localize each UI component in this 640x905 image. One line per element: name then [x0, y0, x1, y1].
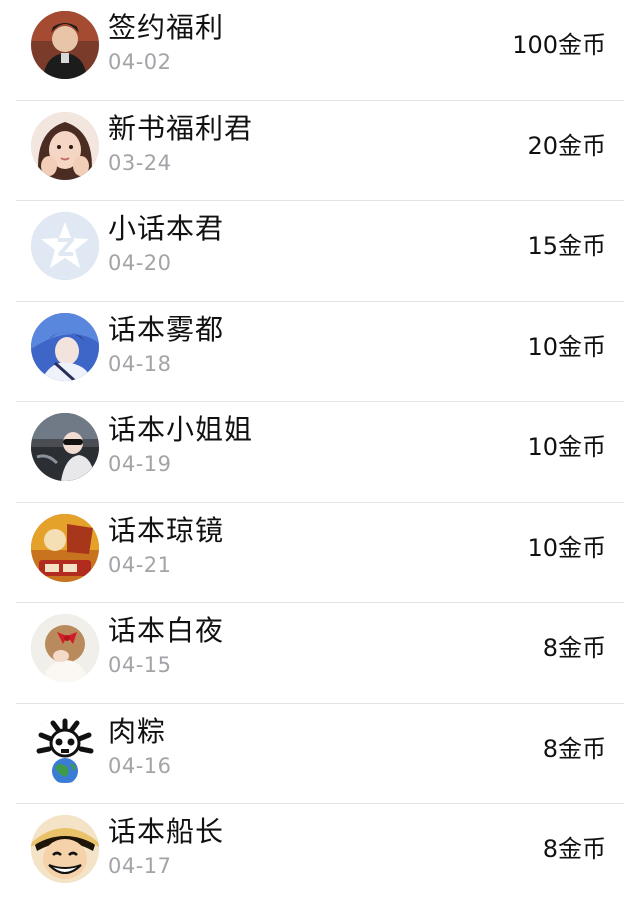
reward-amount: 10金币 [527, 533, 606, 562]
list-item[interactable]: 话本船长 04-17 8金币 [0, 804, 640, 905]
item-date: 04-02 [108, 50, 172, 74]
avatar[interactable] [31, 815, 99, 883]
avatar[interactable] [31, 212, 99, 280]
item-title: 话本琼镜 [108, 513, 225, 547]
item-title: 肉粽 [108, 714, 167, 748]
user-avatar-icon [31, 614, 99, 682]
avatar[interactable] [31, 413, 99, 481]
item-date: 04-19 [108, 452, 172, 476]
avatar[interactable] [31, 513, 99, 582]
item-date: 04-20 [108, 251, 172, 275]
avatar[interactable] [31, 11, 99, 79]
user-avatar-icon [31, 312, 99, 381]
item-date: 04-21 [108, 552, 172, 577]
skull-globe-icon [31, 714, 99, 783]
avatar[interactable] [31, 614, 99, 682]
item-date: 04-17 [108, 854, 172, 878]
list-item[interactable]: 新书福利君 03-24 20金币 [0, 101, 640, 201]
item-title: 话本船长 [108, 815, 225, 848]
item-date: 03-24 [108, 150, 172, 175]
avatar[interactable] [31, 312, 99, 381]
item-date: 04-18 [108, 351, 172, 376]
reward-amount: 15金币 [527, 232, 606, 260]
list-item[interactable]: 话本琼镜 04-21 10金币 [0, 503, 640, 603]
avatar[interactable] [31, 111, 99, 180]
reward-amount: 10金币 [527, 332, 606, 361]
user-avatar-icon [31, 111, 99, 180]
reward-amount: 8金币 [542, 634, 606, 662]
avatar[interactable] [31, 714, 99, 783]
list-item[interactable]: 小话本君 04-20 15金币 [0, 201, 640, 302]
item-title: 话本小姐姐 [108, 413, 254, 446]
reward-amount: 8金币 [542, 835, 606, 863]
item-date: 04-15 [108, 653, 172, 677]
reward-list: 签约福利 04-02 100金币 新书福利君 03-24 20金币 小话本君 0… [0, 0, 640, 905]
qiongjing-logo-icon [31, 513, 99, 582]
item-title: 新书福利君 [108, 111, 254, 145]
user-avatar-icon [31, 815, 99, 883]
reward-amount: 100金币 [512, 31, 606, 59]
item-title: 小话本君 [108, 212, 225, 245]
list-item[interactable]: 话本雾都 04-18 10金币 [0, 302, 640, 402]
reward-amount: 10金币 [527, 433, 606, 461]
item-title: 话本白夜 [108, 614, 225, 647]
user-avatar-icon [31, 11, 99, 79]
item-date: 04-16 [108, 753, 172, 778]
item-title: 签约福利 [108, 11, 225, 44]
list-item[interactable]: 签约福利 04-02 100金币 [0, 0, 640, 101]
item-title: 话本雾都 [108, 312, 225, 346]
reward-amount: 8金币 [542, 734, 606, 763]
user-avatar-icon [31, 413, 99, 481]
list-item[interactable]: 话本小姐姐 04-19 10金币 [0, 402, 640, 503]
list-item[interactable]: 话本白夜 04-15 8金币 [0, 603, 640, 704]
list-item[interactable]: 肉粽 04-16 8金币 [0, 704, 640, 804]
z-logo-icon [31, 212, 99, 280]
reward-amount: 20金币 [527, 131, 606, 160]
